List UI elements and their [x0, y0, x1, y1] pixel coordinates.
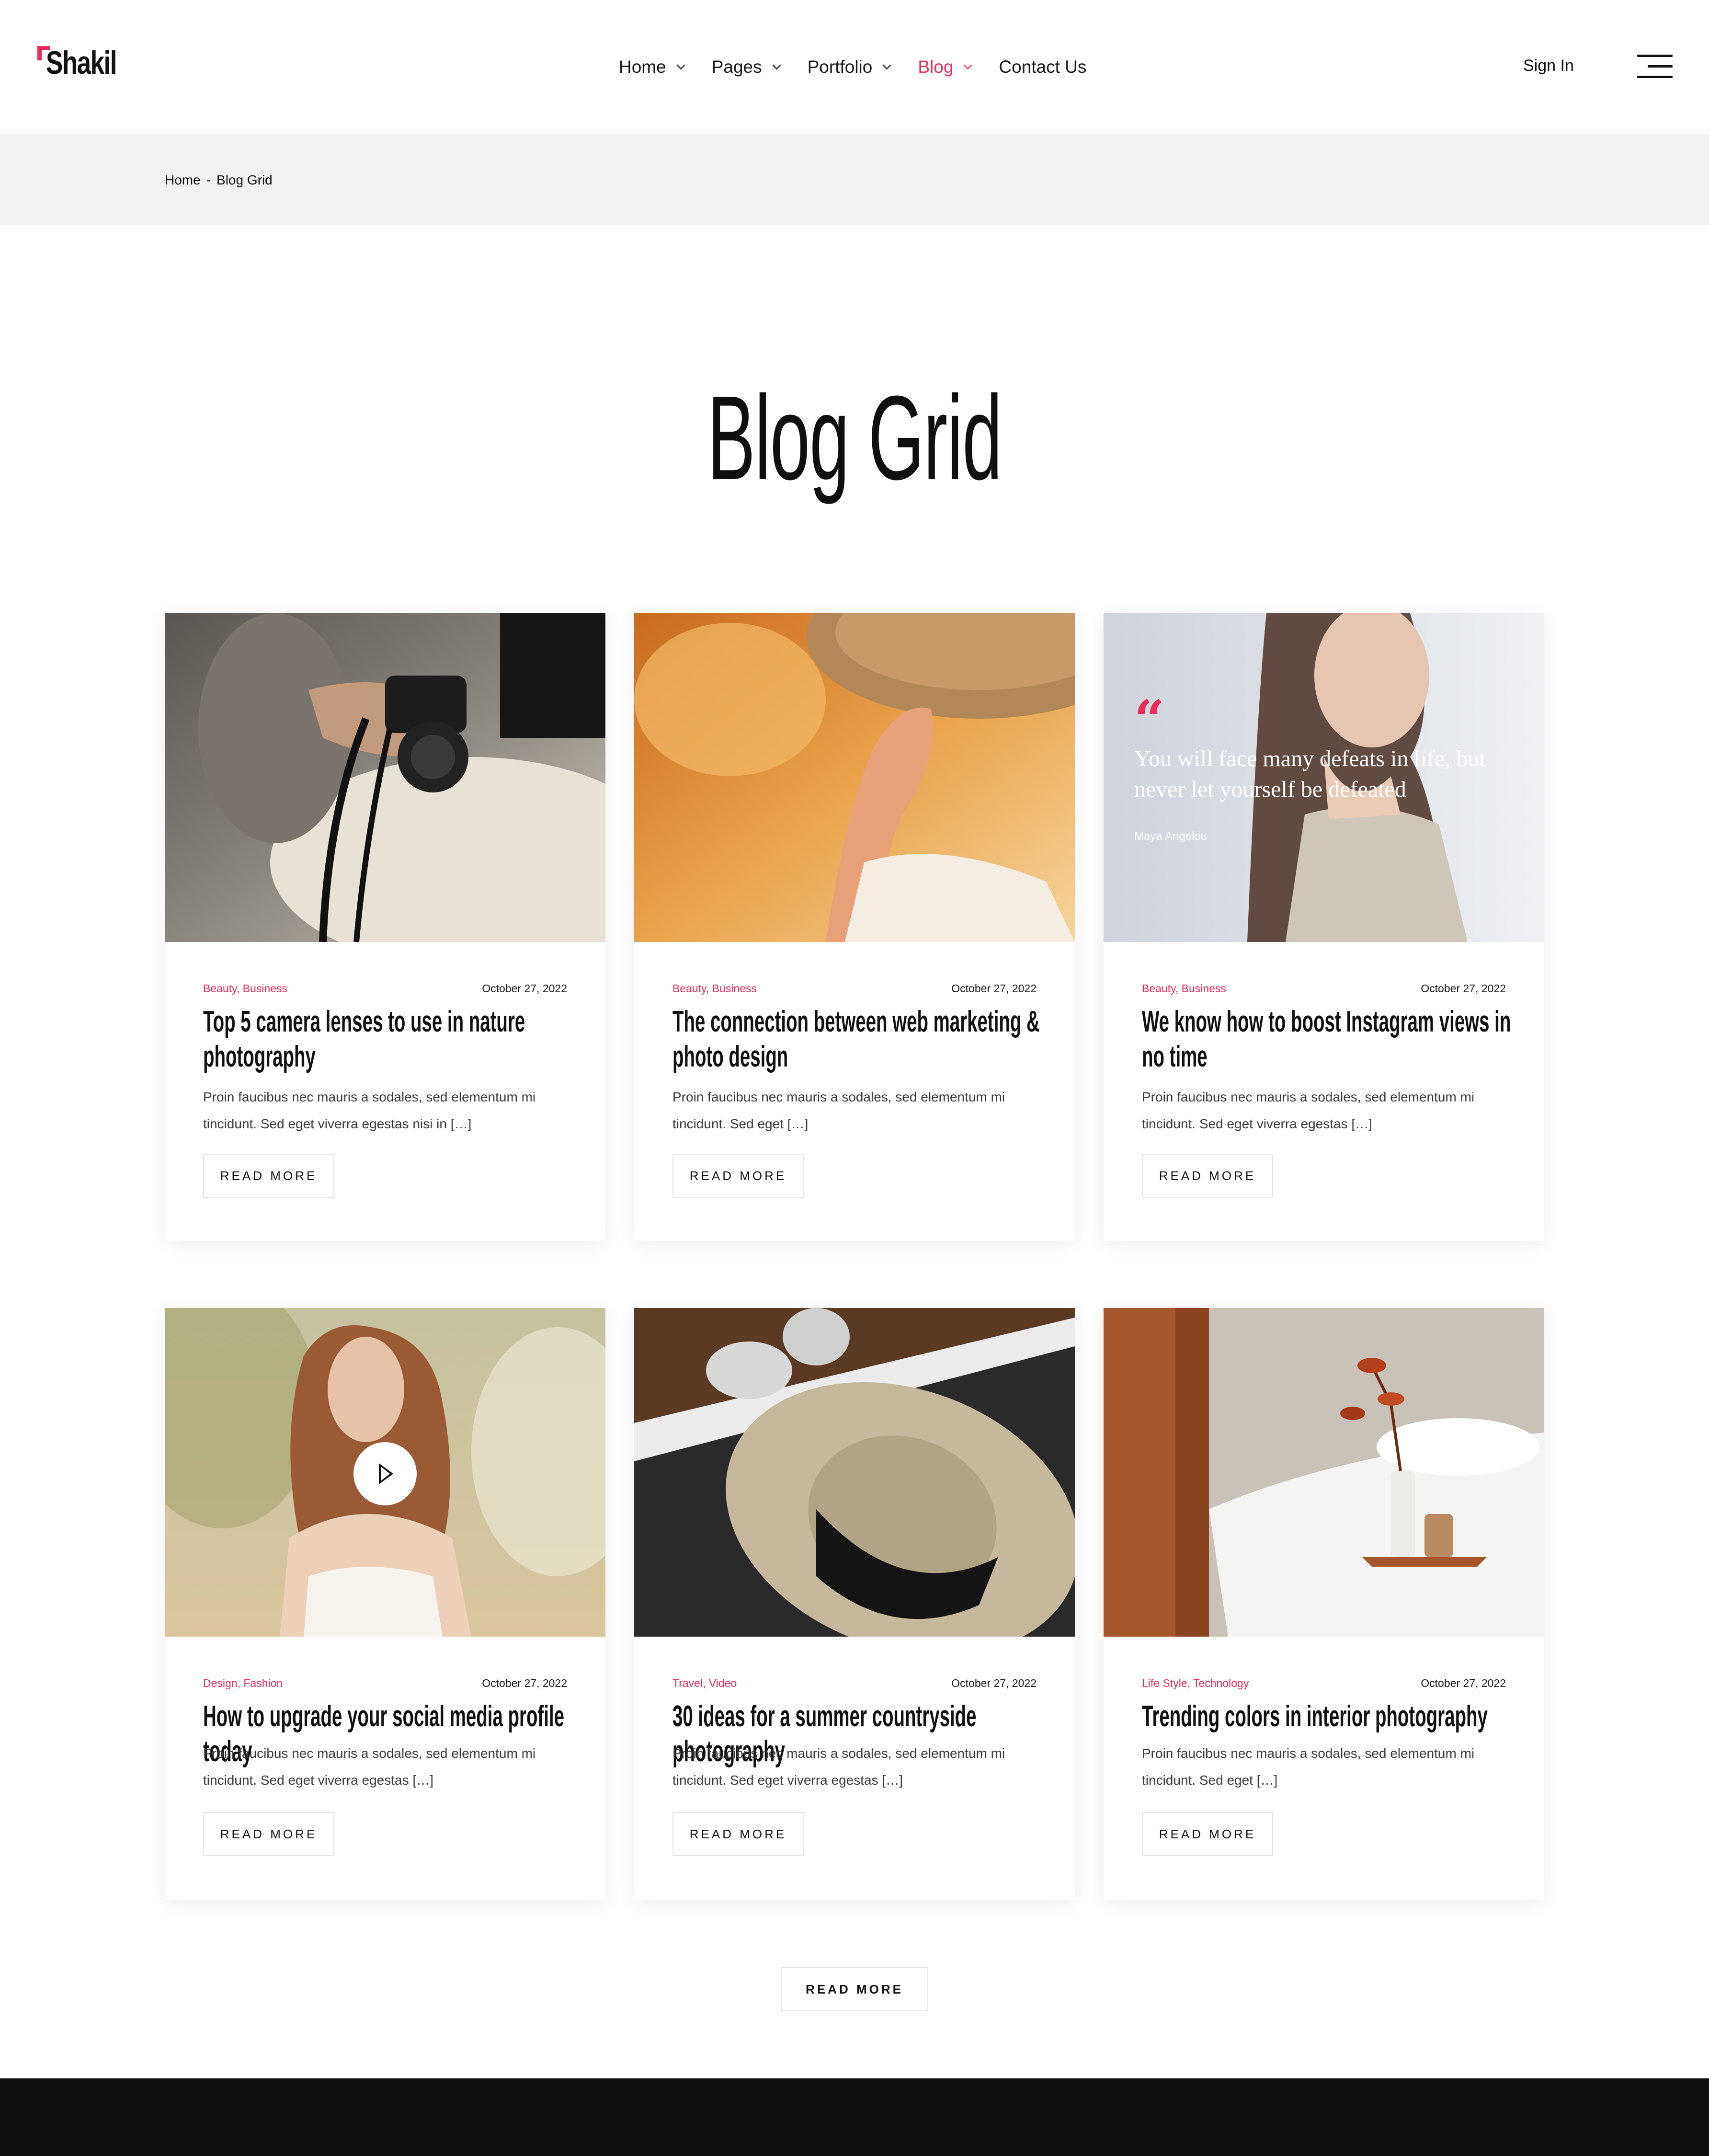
breadcrumb: Home - Blog Grid — [165, 172, 273, 188]
blog-card: “ You will face many defeats in life, bu… — [1104, 613, 1544, 1241]
post-date: October 27, 2022 — [1421, 982, 1506, 995]
site-footer — [0, 2078, 1709, 2156]
post-date: October 27, 2022 — [951, 1677, 1037, 1689]
chevron-down-icon — [676, 60, 685, 70]
post-categories[interactable]: Design, Fashion — [203, 1677, 283, 1690]
blog-card: Beauty, Business October 27, 2022 Top 5 … — [165, 613, 605, 1241]
post-meta: Design, Fashion October 27, 2022 — [203, 1677, 567, 1691]
nav-item-label: Home — [619, 57, 666, 77]
nav-item-blog[interactable]: Blog — [918, 57, 973, 77]
quote-text: You will face many defeats in life, but … — [1134, 746, 1486, 802]
nav-item-contact[interactable]: Contact Us — [999, 57, 1086, 77]
post-image[interactable] — [165, 613, 605, 942]
breadcrumb-bar: Home - Blog Grid — [0, 134, 1709, 225]
post-categories[interactable]: Beauty, Business — [672, 982, 757, 995]
post-title[interactable]: The connection between web marketing & p… — [672, 1004, 1046, 1074]
site-header: Shakil Home Pages Portfolio Blog Contact… — [0, 0, 1709, 134]
post-excerpt: Proin faucibus nec mauris a sodales, sed… — [672, 1746, 1005, 1788]
camera-photo — [165, 613, 605, 942]
post-meta: Travel, Video October 27, 2022 — [672, 1677, 1037, 1691]
quote-icon: “ — [1134, 688, 1165, 750]
nav-item-label: Contact Us — [999, 57, 1087, 77]
post-categories[interactable]: Life Style, Technology — [1142, 1677, 1249, 1690]
page-title: Blog Grid — [707, 371, 1003, 505]
chevron-down-icon — [882, 60, 892, 70]
nav-item-label: Blog — [918, 57, 954, 77]
sign-in-link[interactable]: Sign In — [1523, 57, 1574, 75]
post-image[interactable] — [634, 613, 1075, 942]
read-more-button[interactable]: READ MORE — [672, 1812, 804, 1856]
breadcrumb-separator: - — [206, 172, 211, 187]
nav-item-portfolio[interactable]: Portfolio — [807, 57, 892, 77]
post-image[interactable]: “ You will face many defeats in life, bu… — [1104, 613, 1544, 942]
read-more-button[interactable]: READ MORE — [1142, 1812, 1273, 1856]
nav-item-home[interactable]: Home — [619, 57, 685, 77]
post-meta: Life Style, Technology October 27, 2022 — [1142, 1677, 1506, 1691]
breadcrumb-home[interactable]: Home — [165, 172, 201, 188]
straw-hat-photo — [634, 613, 1075, 942]
post-title[interactable]: Trending colors in interior photography — [1142, 1699, 1515, 1734]
post-title[interactable]: We know how to boost Instagram views in … — [1142, 1004, 1515, 1074]
post-excerpt: Proin faucibus nec mauris a sodales, sed… — [203, 1089, 536, 1131]
read-more-button[interactable]: READ MORE — [672, 1154, 804, 1198]
load-more-button[interactable]: READ MORE — [781, 1967, 928, 2011]
quote-author: Maya Angelou — [1134, 830, 1208, 843]
post-excerpt: Proin faucibus nec mauris a sodales, sed… — [672, 1089, 1005, 1131]
read-more-button[interactable]: READ MORE — [1142, 1154, 1273, 1198]
post-excerpt: Proin faucibus nec mauris a sodales, sed… — [203, 1746, 536, 1788]
hamburger-menu-icon[interactable] — [1637, 54, 1673, 80]
post-date: October 27, 2022 — [951, 982, 1037, 995]
post-date: October 27, 2022 — [482, 982, 567, 995]
bedroom-photo — [1104, 1308, 1544, 1637]
blog-card: Travel, Video October 27, 2022 30 ideas … — [634, 1308, 1075, 1900]
nav-item-pages[interactable]: Pages — [711, 57, 781, 77]
post-date: October 27, 2022 — [1421, 1677, 1506, 1689]
post-excerpt: Proin faucibus nec mauris a sodales, sed… — [1142, 1746, 1475, 1788]
blog-card: Design, Fashion October 27, 2022 How to … — [165, 1308, 605, 1900]
post-excerpt: Proin faucibus nec mauris a sodales, sed… — [1142, 1089, 1475, 1131]
post-meta: Beauty, Business October 27, 2022 — [203, 982, 567, 997]
post-date: October 27, 2022 — [482, 1677, 567, 1689]
post-image[interactable] — [634, 1308, 1075, 1637]
post-meta: Beauty, Business October 27, 2022 — [1142, 982, 1506, 997]
post-image[interactable] — [1104, 1308, 1544, 1637]
post-meta: Beauty, Business October 27, 2022 — [672, 982, 1037, 997]
post-image[interactable] — [165, 1308, 605, 1637]
post-categories[interactable]: Beauty, Business — [203, 982, 287, 995]
post-title[interactable]: Top 5 camera lenses to use in nature pho… — [203, 1004, 577, 1074]
post-quote: “ You will face many defeats in life, bu… — [1134, 688, 1517, 843]
blog-card: Life Style, Technology October 27, 2022 … — [1104, 1308, 1544, 1900]
read-more-button[interactable]: READ MORE — [203, 1812, 334, 1856]
post-categories[interactable]: Travel, Video — [672, 1677, 737, 1690]
nav-item-label: Portfolio — [807, 57, 873, 77]
post-categories[interactable]: Beauty, Business — [1142, 982, 1226, 995]
hat-sandals-photo — [634, 1308, 1075, 1637]
chevron-down-icon — [963, 60, 973, 70]
main-nav: Home Pages Portfolio Blog Contact Us — [619, 54, 1114, 80]
chevron-down-icon — [772, 60, 781, 70]
breadcrumb-current: Blog Grid — [216, 172, 273, 187]
nav-item-label: Pages — [711, 57, 762, 77]
play-video-button[interactable] — [353, 1442, 417, 1505]
read-more-button[interactable]: READ MORE — [203, 1154, 334, 1198]
logo-text: Shakil — [46, 45, 117, 81]
blog-card: Beauty, Business October 27, 2022 The co… — [634, 613, 1075, 1241]
